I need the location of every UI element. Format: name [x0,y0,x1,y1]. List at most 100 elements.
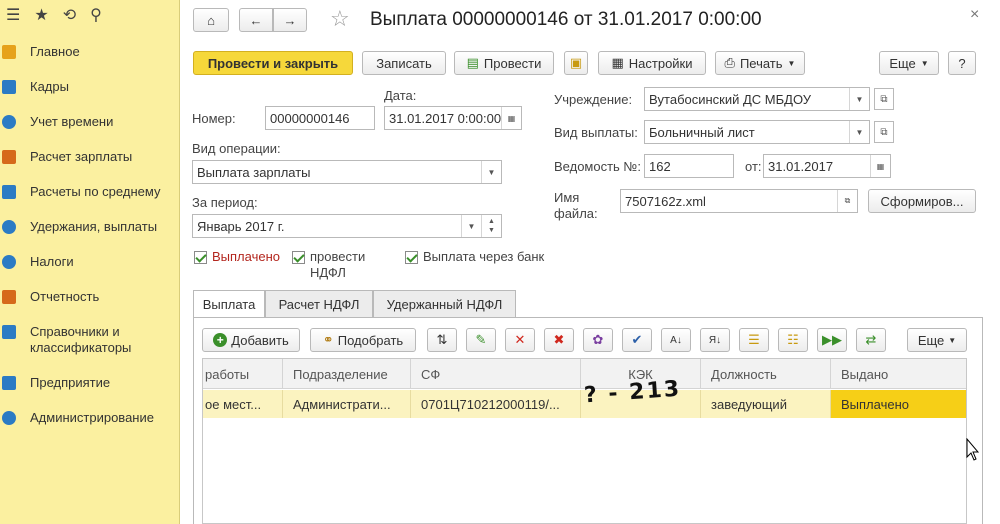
date-field[interactable]: 31.01.2017 0:00:00 ▦ [384,106,522,130]
post-button[interactable]: ▤ Провести [454,51,554,75]
column-header[interactable]: Выдано [831,359,966,389]
period-stepper[interactable]: ▲ ▼ [481,215,501,237]
menu-icon[interactable]: ☰ [6,5,20,25]
home-button[interactable]: ⌂ [193,8,229,32]
delete-button[interactable]: ✕ [505,328,535,352]
calendar-icon[interactable]: ▦ [501,107,521,129]
clear-icon: ✖ [553,332,565,347]
table-cell[interactable]: Администрати... [283,390,411,418]
transfer-button[interactable]: ⇄ [856,328,886,352]
column-header[interactable]: работы [203,359,283,389]
sidebar: ☰ ★ ⟲ ⚲ Главное Кадры Учет времени Расче… [0,0,180,524]
check-button[interactable]: ✔ [622,328,652,352]
factory-icon [2,376,16,390]
operation-select[interactable]: Выплата зарплаты ▼ [192,160,502,184]
column-header[interactable]: Подразделение [283,359,411,389]
settings-button[interactable]: ▦ Настройки [598,51,706,75]
number-field[interactable]: 00000000146 [265,106,375,130]
sidebar-item-taxes[interactable]: Налоги [0,254,180,270]
home-icon: ⌂ [207,12,215,28]
post-icon: ▤ [466,55,479,70]
sidebar-item-deductions[interactable]: Удержания, выплаты [0,219,180,235]
post-and-close-button[interactable]: Провести и закрыть [193,51,353,75]
move-button[interactable]: ⇅ [427,328,457,352]
table-cell[interactable]: 0701Ц710212000119/... [411,390,581,418]
ndfl-checkbox[interactable]: провести НДФЛ [292,249,370,281]
tab-ndfl-calc[interactable]: Расчет НДФЛ [265,290,373,317]
date-label: Дата: [384,88,417,103]
from-date-field[interactable]: 31.01.2017 ▦ [763,154,891,178]
paid-checkbox[interactable]: Выплачено [194,249,280,264]
sidebar-item-main[interactable]: Главное [0,44,180,60]
edit-button[interactable]: ✎ [466,328,496,352]
check-icon: ✔ [631,332,643,347]
tab-payment[interactable]: Выплата [193,290,265,318]
open-file-icon[interactable]: ⧉ [837,190,857,212]
plus-icon: + [213,333,228,347]
sort-asc-button[interactable]: A↓ [661,328,691,352]
table-cell[interactable]: Выплачено [831,390,966,418]
clear-button[interactable]: ✖ [544,328,574,352]
chevron-down-icon[interactable]: ▼ [461,215,481,237]
search-icon[interactable]: ⚲ [90,5,102,25]
back-button[interactable]: ← [239,8,273,32]
history-icon[interactable]: ⟲ [63,5,76,25]
pick-button[interactable]: ⚭ Подобрать [310,328,416,352]
sort-desc-button[interactable]: Я↓ [700,328,730,352]
payment-type-select[interactable]: Больничный лист ▼ [644,120,870,144]
forward-button[interactable]: → [273,8,307,32]
chevron-down-icon[interactable]: ▼ [849,121,869,143]
list-icon: ☰ [748,332,760,347]
sidebar-item-reports[interactable]: Отчетность [0,289,180,305]
table-more-button[interactable]: Еще ▼ [907,328,967,352]
star-icon[interactable]: ★ [34,5,48,25]
sidebar-item-enterprise[interactable]: Предприятие [0,375,180,391]
sidebar-item-payroll[interactable]: Расчет зарплаты [0,149,180,165]
chart-icon [2,185,16,199]
globe-icon [2,255,16,269]
checkbox-box[interactable] [292,251,305,264]
list-edit-button[interactable]: ☷ [778,328,808,352]
more-button[interactable]: Еще ▼ [879,51,939,75]
statement-field[interactable]: 162 [644,154,734,178]
file-label: Имя файла: [554,190,598,221]
list-button[interactable]: ☰ [739,328,769,352]
generate-button[interactable]: Сформиров... [868,189,976,213]
forward-fill-button[interactable]: ▶▶ [817,328,847,352]
checkbox-box[interactable] [405,251,418,264]
tab-withheld-ndfl[interactable]: Удержанный НДФЛ [373,290,516,317]
sidebar-item-staff[interactable]: Кадры [0,79,180,95]
chevron-down-icon[interactable]: ▼ [481,161,501,183]
institution-select[interactable]: Вутабосинский ДС МБДОУ ▼ [644,87,870,111]
operation-label: Вид операции: [192,141,281,156]
chevron-down-icon[interactable]: ▼ [849,88,869,110]
sidebar-item-directories[interactable]: Справочники и классификаторы [0,324,180,356]
file-field[interactable]: 7507162z.xml ⧉ [620,189,858,213]
save-button[interactable]: Записать [362,51,446,75]
payment-type-label: Вид выплаты: [554,125,638,140]
transfer-icon: ⇄ [865,332,877,347]
table-cell[interactable]: заведующий [701,390,831,418]
sidebar-item-admin[interactable]: Администрирование [0,410,180,426]
column-header[interactable]: СФ [411,359,581,389]
print-button[interactable]: ⎙ Печать ▼ [715,51,805,75]
period-select[interactable]: Январь 2017 г. ▼ ▲ ▼ [192,214,502,238]
institution-label: Учреждение: [554,92,633,107]
fill-button[interactable]: ✿ [583,328,613,352]
close-icon[interactable]: × [970,6,979,24]
calendar-icon[interactable]: ▦ [870,155,890,177]
table-cell[interactable]: ое мест... [203,390,283,418]
open-payment-type-icon[interactable]: ⧉ [874,121,894,143]
favorite-star-icon[interactable]: ☆ [330,6,350,32]
column-header[interactable]: Должность [701,359,831,389]
add-row-button[interactable]: + Добавить [202,328,300,352]
report-button[interactable]: ▣ [564,51,588,75]
checkbox-box[interactable] [194,251,207,264]
sidebar-item-time[interactable]: Учет времени [0,114,180,130]
help-button[interactable]: ? [948,51,976,75]
open-institution-icon[interactable]: ⧉ [874,88,894,110]
sidebar-item-average[interactable]: Расчеты по среднему [0,184,180,200]
bank-checkbox[interactable]: Выплата через банк [405,249,544,264]
pick-icon: ⚭ [322,332,334,347]
chevron-down-icon: ▼ [920,58,929,68]
